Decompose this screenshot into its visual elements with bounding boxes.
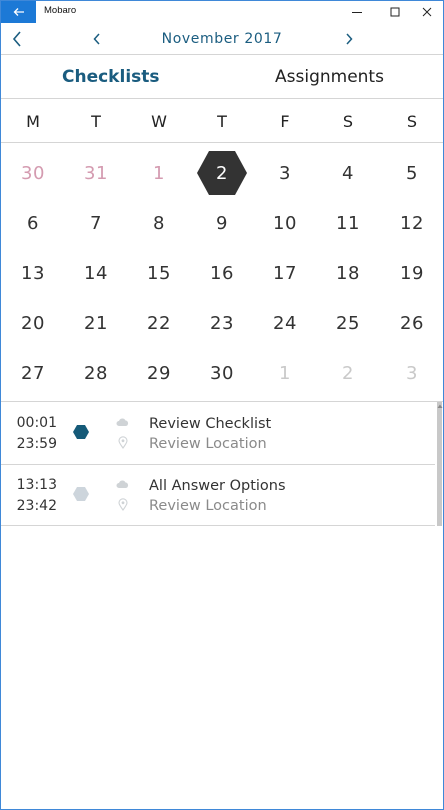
calendar-day[interactable]: 3 (262, 153, 308, 193)
calendar-day[interactable]: 26 (389, 303, 435, 343)
calendar-day[interactable]: 29 (136, 353, 182, 393)
list-scrollbar[interactable] (437, 402, 442, 526)
weekday-label: M (26, 112, 40, 131)
calendar-day[interactable]: 1 (136, 153, 182, 193)
calendar-day[interactable]: 10 (262, 203, 308, 243)
calendar-day[interactable]: 28 (73, 353, 119, 393)
calendar-day[interactable]: 15 (136, 253, 182, 293)
cloud-icon (116, 418, 129, 426)
weekday-label: T (217, 112, 227, 131)
calendar-day[interactable]: 11 (325, 203, 371, 243)
calendar-day[interactable]: 3 (389, 353, 435, 393)
calendar-day[interactable]: 19 (389, 253, 435, 293)
divider (1, 401, 443, 402)
calendar-day[interactable]: 2 (325, 353, 371, 393)
calendar-day[interactable]: 18 (325, 253, 371, 293)
close-button[interactable] (410, 1, 444, 23)
back-button[interactable] (1, 1, 36, 23)
calendar-day[interactable]: 13 (10, 253, 56, 293)
scroll-up-icon[interactable] (437, 402, 443, 410)
end-time: 23:42 (16, 498, 57, 514)
calendar-day[interactable]: 5 (389, 153, 435, 193)
calendar-day[interactable]: 30 (10, 153, 56, 193)
weekday-label: W (151, 112, 167, 131)
calendar-day[interactable]: 6 (10, 203, 56, 243)
app-title: Mobaro (44, 5, 77, 16)
chevron-right-icon (346, 33, 353, 45)
divider (1, 142, 443, 143)
cloud-icon (116, 480, 129, 488)
calendar-day[interactable]: 27 (10, 353, 56, 393)
calendar-day[interactable]: 31 (73, 153, 119, 193)
next-month-button[interactable] (339, 29, 359, 49)
checklist-list-item[interactable]: 13:13 23:42 All Answer Options Review Lo… (1, 465, 435, 526)
calendar-day[interactable]: 24 (262, 303, 308, 343)
month-navigation: November 2017 (1, 23, 443, 55)
divider (1, 98, 443, 99)
calendar-day[interactable]: 30 (199, 353, 245, 393)
title-bar: Mobaro (1, 1, 443, 23)
checklist-location: Review Location (149, 436, 267, 452)
start-time: 00:01 (16, 415, 57, 431)
status-hexagon-icon (73, 425, 89, 439)
calendar-day[interactable]: 12 (389, 203, 435, 243)
back-arrow-icon (13, 8, 24, 16)
weekday-label: T (91, 112, 101, 131)
calendar-day[interactable]: 21 (73, 303, 119, 343)
minimize-icon (352, 12, 362, 13)
calendar-day[interactable]: 9 (199, 203, 245, 243)
calendar-day[interactable]: 4 (325, 153, 371, 193)
maximize-icon (390, 7, 400, 17)
status-hexagon-icon (73, 487, 89, 501)
maximize-button[interactable] (378, 1, 412, 23)
weekday-label: S (342, 112, 354, 131)
checklist-title: Review Checklist (149, 416, 272, 432)
calendar-day[interactable]: 22 (136, 303, 182, 343)
calendar-day-selected[interactable]: 2 (197, 151, 247, 195)
calendar-day[interactable]: 17 (262, 253, 308, 293)
tab-checklists[interactable]: Checklists (62, 67, 160, 87)
calendar-day[interactable]: 8 (136, 203, 182, 243)
checklist-title: All Answer Options (149, 478, 286, 494)
close-icon (422, 7, 432, 17)
calendar-day[interactable]: 1 (262, 353, 308, 393)
calendar-day[interactable]: 14 (73, 253, 119, 293)
calendar-day[interactable]: 25 (325, 303, 371, 343)
calendar-day[interactable]: 20 (10, 303, 56, 343)
minimize-button[interactable] (340, 1, 374, 23)
calendar-day[interactable]: 7 (73, 203, 119, 243)
checklist-list-item[interactable]: 00:01 23:59 Review Checklist Review Loca… (1, 403, 435, 464)
calendar-day[interactable]: 16 (199, 253, 245, 293)
location-pin-icon (118, 498, 128, 511)
calendar-day[interactable]: 23 (199, 303, 245, 343)
tab-bar: Checklists Assignments (1, 55, 443, 99)
start-time: 13:13 (16, 477, 57, 493)
weekday-label: S (406, 112, 418, 131)
location-pin-icon (118, 436, 128, 449)
month-label[interactable]: November 2017 (1, 31, 443, 47)
divider (1, 525, 435, 526)
tab-assignments[interactable]: Assignments (275, 67, 384, 87)
app-window: Mobaro November 2017 Checklists Assignme… (0, 0, 444, 810)
end-time: 23:59 (16, 436, 57, 452)
weekday-label: F (280, 112, 290, 131)
checklist-location: Review Location (149, 498, 267, 514)
